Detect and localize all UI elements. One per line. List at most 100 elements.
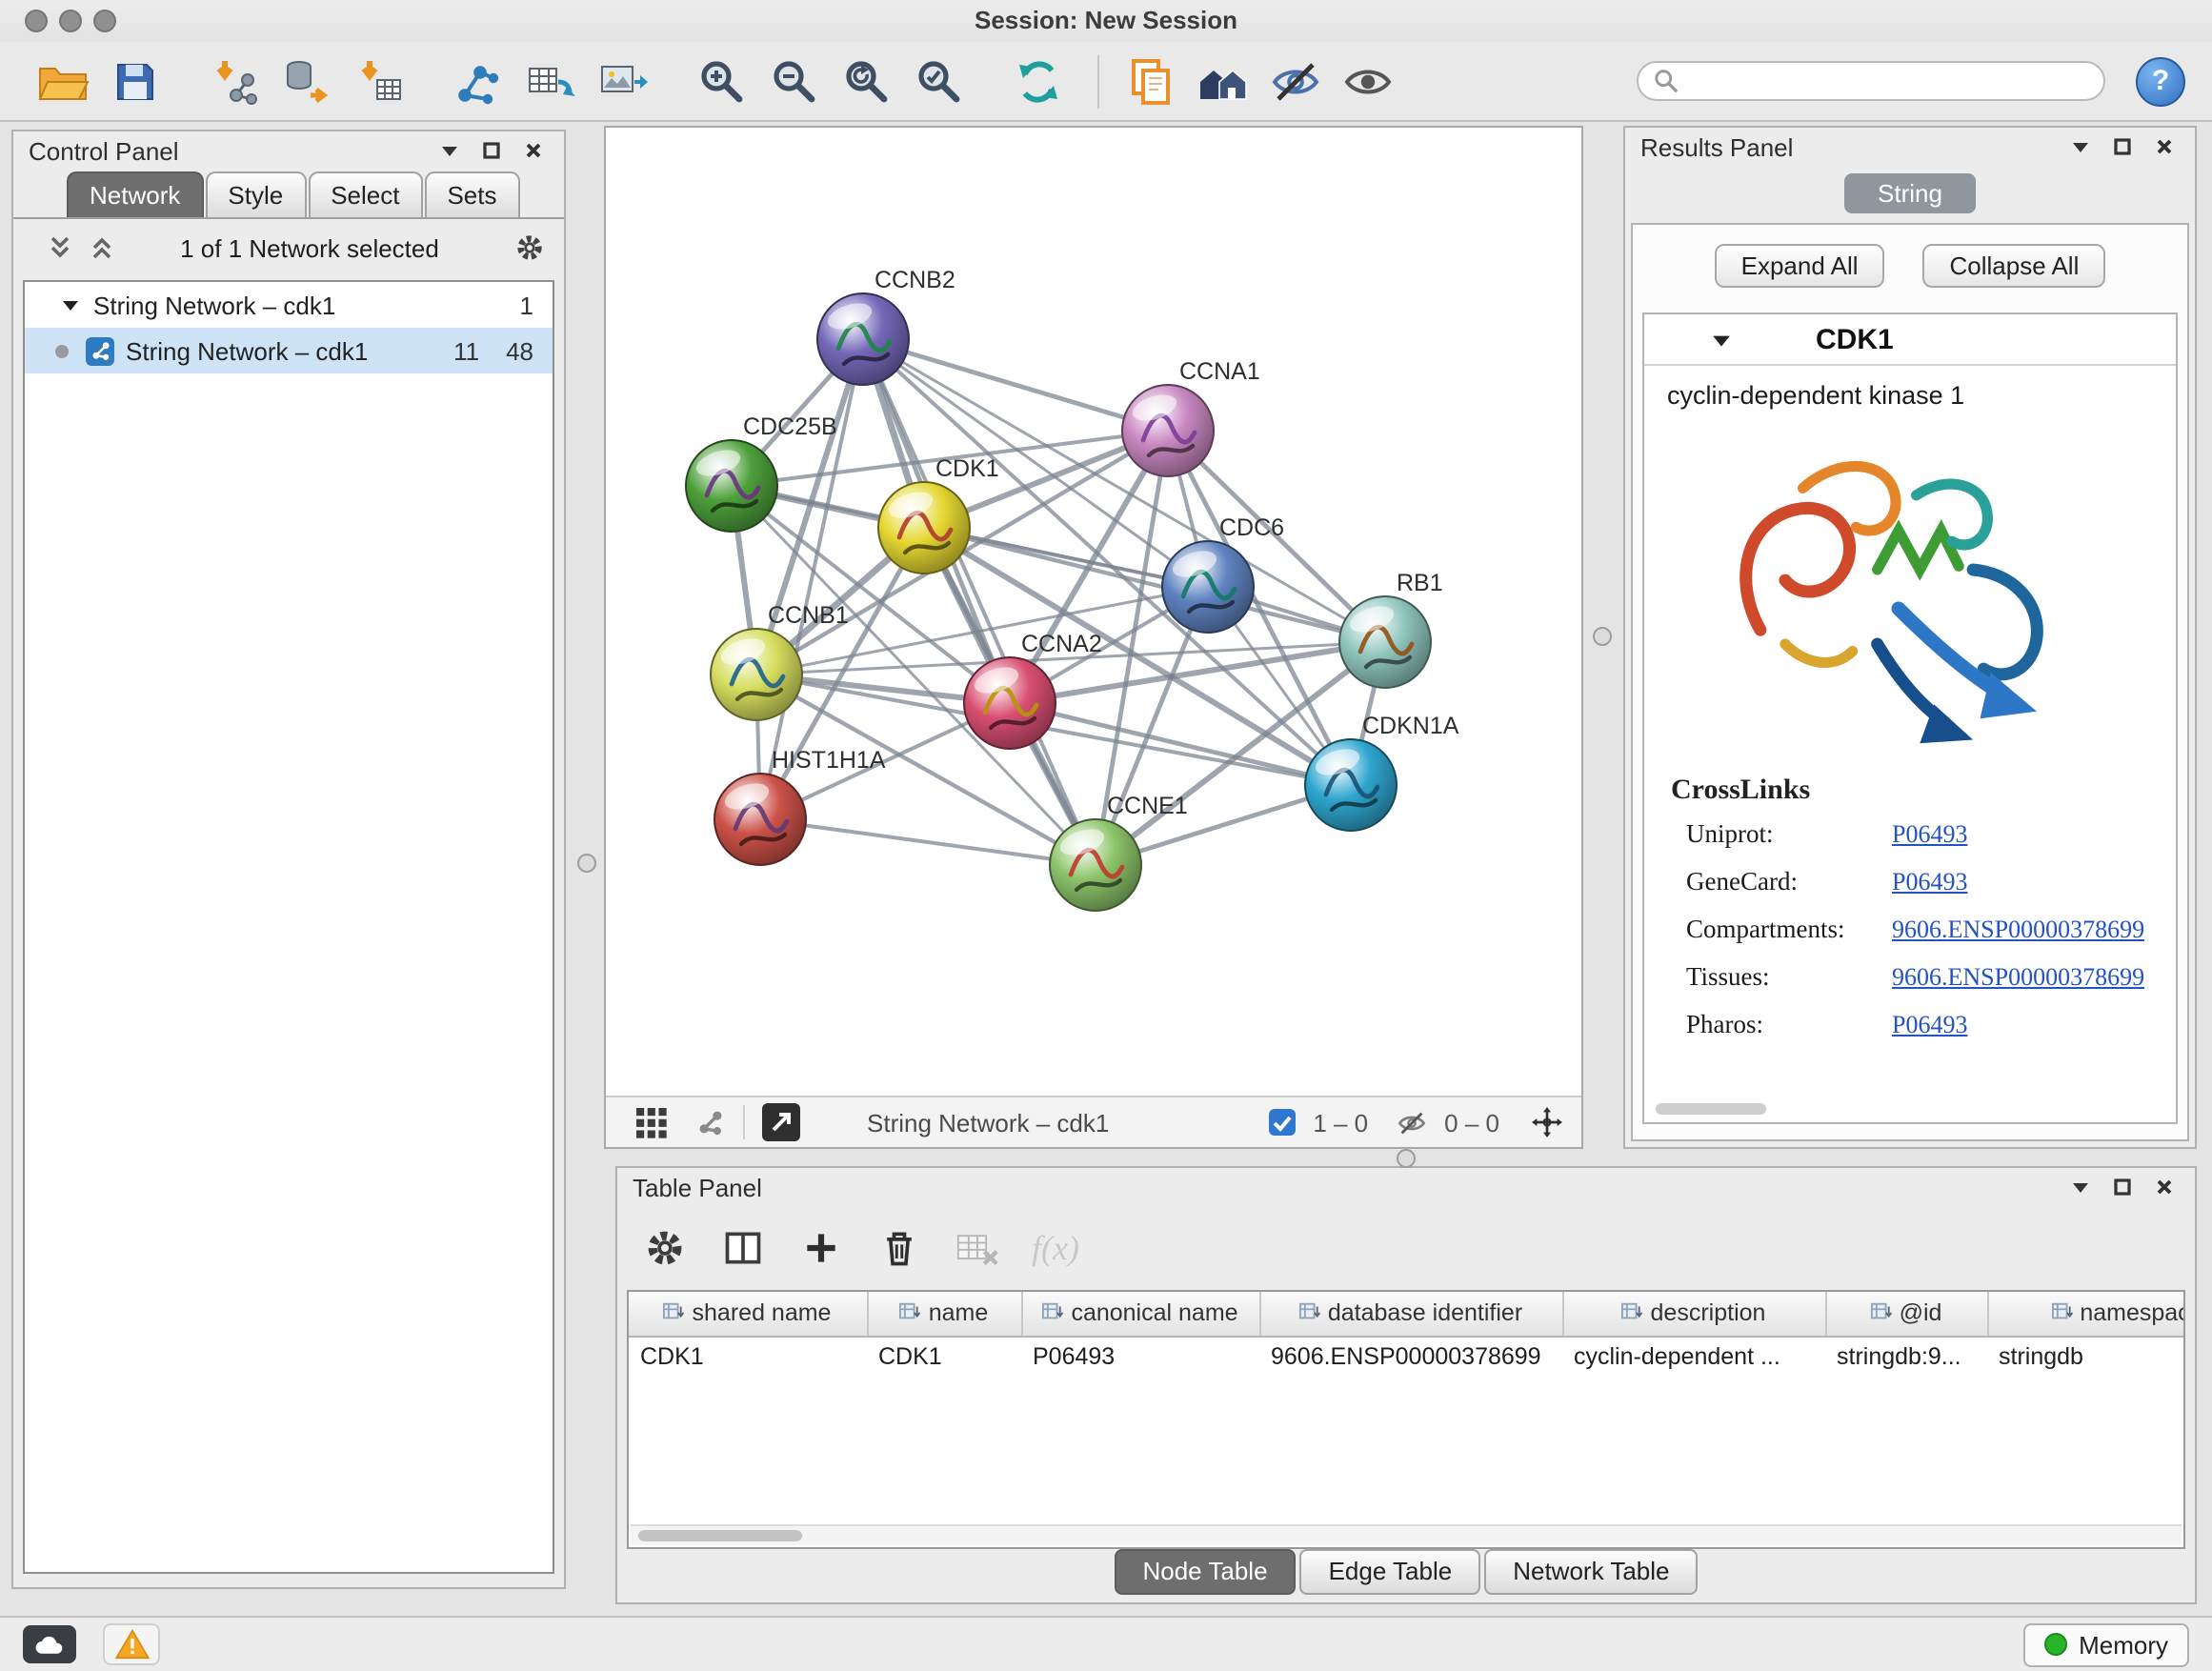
tree-caret-icon[interactable] bbox=[55, 292, 86, 318]
results-panel-float-icon[interactable] bbox=[2107, 133, 2138, 160]
add-column-icon[interactable] bbox=[796, 1223, 846, 1273]
control-panel-float-icon[interactable] bbox=[476, 137, 507, 164]
results-panel-close-icon[interactable] bbox=[2149, 133, 2180, 160]
import-table-from-file-button[interactable] bbox=[347, 49, 412, 113]
crosslink-label: Compartments: bbox=[1686, 915, 1892, 945]
network-options-gear-icon[interactable] bbox=[514, 234, 545, 261]
column-header-namespac[interactable]: namespac bbox=[1987, 1292, 2185, 1337]
protein-section-caret-icon[interactable] bbox=[1705, 326, 1736, 352]
crosslink-value-link[interactable]: 9606.ENSP00000378699 bbox=[1892, 962, 2161, 993]
crosslink-value-link[interactable]: P06493 bbox=[1892, 867, 2161, 897]
horizontal-splitter-handle[interactable] bbox=[1397, 1149, 1416, 1168]
collapse-all-icon[interactable] bbox=[44, 234, 74, 261]
table-panel-float-icon[interactable] bbox=[2107, 1174, 2138, 1200]
protein-structure-image bbox=[1704, 417, 2116, 772]
table-tab-edge-table[interactable]: Edge Table bbox=[1300, 1549, 1481, 1595]
network-node-CDC25B[interactable]: CDC25B bbox=[686, 413, 837, 532]
cloud-icon bbox=[34, 1634, 65, 1655]
clear-table-icon[interactable] bbox=[953, 1223, 1002, 1273]
warning-button[interactable] bbox=[103, 1623, 160, 1665]
zoom-in-button[interactable] bbox=[690, 49, 754, 113]
tab-style[interactable]: Style bbox=[205, 171, 306, 217]
hidden-eye-slash-icon[interactable] bbox=[1397, 1109, 1427, 1136]
tab-network[interactable]: Network bbox=[67, 171, 203, 217]
hide-selected-button[interactable] bbox=[1263, 49, 1328, 113]
results-panel-menu-caret-icon[interactable] bbox=[2065, 133, 2096, 160]
overview-icon[interactable] bbox=[695, 1109, 726, 1136]
network-collection-row[interactable]: String Network – cdk1 1 bbox=[25, 282, 553, 328]
control-panel-close-icon[interactable] bbox=[518, 137, 549, 164]
network-canvas[interactable]: CDK1CCNB1CCNB2CCNA1CCNA2CCNE1CDC6CDC25BR… bbox=[606, 128, 1581, 1094]
import-network-from-file-button[interactable] bbox=[202, 49, 267, 113]
table-tab-node-table[interactable]: Node Table bbox=[1114, 1549, 1296, 1595]
network-node-RB1[interactable]: RB1 bbox=[1339, 570, 1443, 688]
zoom-fit-button[interactable] bbox=[835, 49, 899, 113]
right-splitter-handle[interactable] bbox=[1593, 627, 1612, 646]
tab-sets[interactable]: Sets bbox=[424, 171, 519, 217]
delete-row-trash-icon[interactable] bbox=[875, 1223, 924, 1273]
import-network-from-file-icon bbox=[210, 56, 259, 106]
column-header--id[interactable]: @id bbox=[1825, 1292, 1987, 1337]
table-row[interactable]: CDK1CDK1P064939606.ENSP00000378699cyclin… bbox=[629, 1337, 2185, 1376]
grid-view-icon[interactable] bbox=[636, 1109, 667, 1136]
table-horizontal-scrollbar[interactable] bbox=[631, 1524, 2182, 1545]
column-header-shared-name[interactable]: shared name bbox=[629, 1292, 867, 1337]
column-header-description[interactable]: description bbox=[1562, 1292, 1825, 1337]
column-header-name[interactable]: name bbox=[867, 1292, 1021, 1337]
refresh-view-button[interactable] bbox=[1006, 49, 1071, 113]
select-columns-icon[interactable] bbox=[718, 1223, 768, 1273]
tab-select[interactable]: Select bbox=[308, 171, 422, 217]
column-header-canonical-name[interactable]: canonical name bbox=[1021, 1292, 1259, 1337]
show-all-eye-icon bbox=[1343, 56, 1393, 106]
selected-count-checkbox[interactable] bbox=[1269, 1109, 1296, 1136]
table-tab-network-table[interactable]: Network Table bbox=[1484, 1549, 1698, 1595]
memory-button[interactable]: Memory bbox=[2023, 1622, 2189, 1666]
crosslink-value-link[interactable]: 9606.ENSP00000378699 bbox=[1892, 915, 2161, 945]
detach-view-button[interactable] bbox=[762, 1103, 800, 1141]
import-network-from-database-button[interactable] bbox=[274, 49, 339, 113]
network-node-CCNB2[interactable]: CCNB2 bbox=[817, 267, 955, 385]
crosslink-value-link[interactable]: P06493 bbox=[1892, 1010, 2161, 1040]
zoom-selected-button[interactable] bbox=[907, 49, 972, 113]
results-horizontal-scrollbar[interactable] bbox=[1656, 1103, 1766, 1115]
network-node-CDKN1A[interactable]: CDKN1A bbox=[1305, 713, 1459, 831]
network-node-CDK1[interactable]: CDK1 bbox=[878, 455, 999, 574]
selected-count-label: 1 – 0 bbox=[1313, 1108, 1368, 1137]
copy-button[interactable] bbox=[1118, 49, 1183, 113]
crosslink-value-link[interactable]: P06493 bbox=[1892, 819, 2161, 850]
search-input[interactable] bbox=[1690, 66, 2088, 96]
show-all-button[interactable] bbox=[1336, 49, 1400, 113]
zoom-out-button[interactable] bbox=[762, 49, 827, 113]
column-header-database-identifier[interactable]: database identifier bbox=[1259, 1292, 1562, 1337]
crosshair-icon[interactable] bbox=[1532, 1109, 1562, 1136]
cloud-button[interactable] bbox=[23, 1625, 76, 1663]
home-button[interactable] bbox=[1191, 49, 1256, 113]
function-builder-icon[interactable]: f(x) bbox=[1031, 1223, 1080, 1273]
save-session-button[interactable] bbox=[103, 49, 168, 113]
node-label-CCNA2: CCNA2 bbox=[1021, 631, 1102, 657]
network-edge-count: 48 bbox=[506, 336, 533, 365]
help-button[interactable]: ? bbox=[2136, 56, 2185, 106]
export-table-button[interactable] bbox=[518, 49, 583, 113]
expand-all-button[interactable]: Expand All bbox=[1715, 244, 1885, 288]
export-image-button[interactable] bbox=[591, 49, 655, 113]
network-row-selected[interactable]: String Network – cdk1 11 48 bbox=[25, 328, 553, 373]
home-icon bbox=[1196, 58, 1250, 104]
table-panel-menu-caret-icon[interactable] bbox=[2065, 1174, 2096, 1200]
new-network-button[interactable] bbox=[446, 49, 511, 113]
network-node-HIST1H1A[interactable]: HIST1H1A bbox=[714, 747, 886, 865]
open-session-button[interactable] bbox=[30, 49, 95, 113]
table-tabs: Node TableEdge TableNetwork Table bbox=[617, 1549, 2195, 1595]
control-panel-menu-caret-icon[interactable] bbox=[434, 137, 465, 164]
control-panel: Control Panel NetworkStyleSelectSets 1 o… bbox=[11, 130, 566, 1589]
node-label-CCNB2: CCNB2 bbox=[875, 267, 955, 293]
table-settings-gear-icon[interactable] bbox=[640, 1223, 690, 1273]
table-panel-close-icon[interactable] bbox=[2149, 1174, 2180, 1200]
left-splitter-handle[interactable] bbox=[577, 854, 596, 873]
network-tree: String Network – cdk1 1 String Network –… bbox=[23, 280, 554, 1574]
collapse-all-button[interactable]: Collapse All bbox=[1923, 244, 2106, 288]
memory-label: Memory bbox=[2079, 1630, 2168, 1659]
tab-string[interactable]: String bbox=[1843, 173, 1977, 213]
expand-all-icon[interactable] bbox=[86, 234, 116, 261]
network-node-CCNA1[interactable]: CCNA1 bbox=[1122, 358, 1260, 476]
